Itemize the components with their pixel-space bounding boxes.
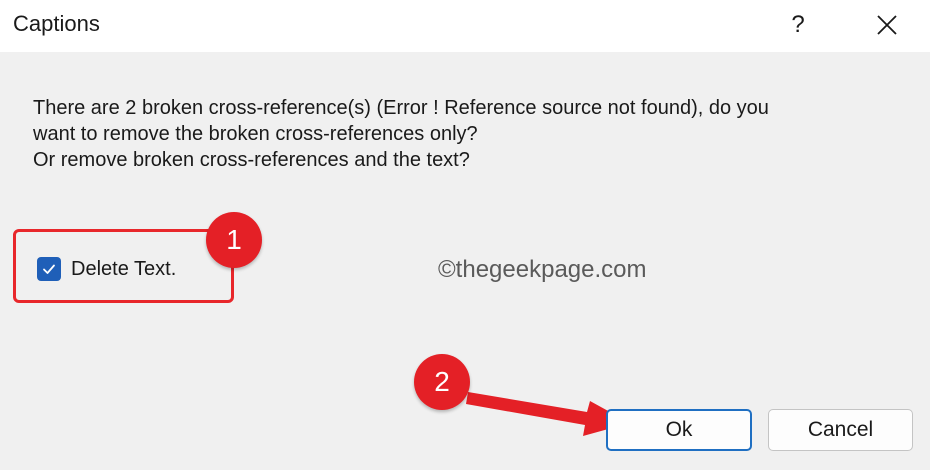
help-button[interactable]: ? (776, 4, 820, 46)
close-icon (877, 15, 897, 35)
checkmark-icon (43, 264, 55, 274)
step-badge-1: 1 (206, 212, 262, 268)
message-line-3: Or remove broken cross-references and th… (33, 149, 470, 171)
window-title: Captions (13, 11, 100, 36)
delete-text-label: Delete Text. (71, 257, 177, 280)
step-badge-2: 2 (414, 354, 470, 410)
delete-text-checkbox-row[interactable]: Delete Text. (37, 256, 176, 282)
cancel-button[interactable]: Cancel (768, 409, 913, 451)
message-line-2: want to remove the broken cross-referenc… (33, 123, 478, 145)
title-bar: Captions ? (0, 0, 930, 52)
close-button[interactable] (864, 4, 910, 46)
watermark: ©thegeekpage.com (438, 256, 647, 283)
ok-button[interactable]: Ok (606, 409, 752, 451)
delete-text-checkbox[interactable] (37, 257, 61, 281)
message-line-1: There are 2 broken cross-reference(s) (E… (33, 97, 769, 119)
dialog-message: There are 2 broken cross-reference(s) (E… (33, 95, 903, 173)
